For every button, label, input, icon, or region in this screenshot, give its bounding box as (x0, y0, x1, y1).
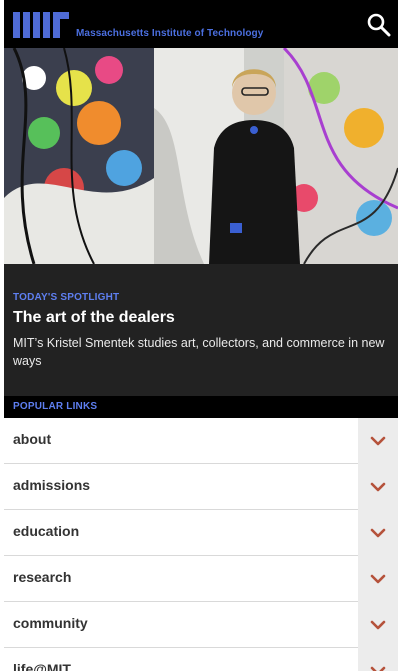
link-label: community (13, 615, 88, 631)
site-header: Massachusetts Institute of Technology (4, 0, 398, 48)
spotlight-kicker: TODAY'S SPOTLIGHT (13, 292, 120, 303)
expand-toggle[interactable] (358, 464, 398, 510)
link-label: research (13, 569, 72, 585)
chevron-down-icon (370, 666, 386, 671)
link-label: education (13, 523, 80, 539)
link-row-community[interactable]: community (4, 602, 398, 648)
search-button[interactable] (366, 12, 392, 38)
expand-toggle[interactable] (358, 418, 398, 464)
expand-toggle[interactable] (358, 510, 398, 556)
chevron-down-icon (370, 574, 386, 584)
link-row-about[interactable]: about (4, 418, 398, 464)
spotlight-card: TODAY'S SPOTLIGHT The art of the dealers… (4, 264, 398, 396)
search-icon (367, 13, 391, 37)
link-label: admissions (13, 477, 91, 493)
link-label: life@MIT (13, 661, 71, 671)
chevron-down-icon (370, 620, 386, 630)
popular-links-list: about admissions education research comm… (4, 418, 398, 671)
popular-links-heading: POPULAR LINKS (13, 401, 98, 412)
expand-toggle[interactable] (358, 648, 398, 671)
link-row-life-at-mit[interactable]: life@MIT (4, 648, 398, 671)
mobile-page: Massachusetts Institute of Technology TO… (4, 0, 398, 671)
chevron-down-icon (370, 436, 386, 446)
chevron-down-icon (370, 528, 386, 538)
institution-name: Massachusetts Institute of Technology (76, 28, 264, 39)
link-row-admissions[interactable]: admissions (4, 464, 398, 510)
link-row-research[interactable]: research (4, 556, 398, 602)
spotlight-headline[interactable]: The art of the dealers (13, 309, 175, 327)
spotlight-description: MIT’s Kristel Smentek studies art, colle… (13, 336, 385, 368)
chevron-down-icon (370, 482, 386, 492)
expand-toggle[interactable] (358, 556, 398, 602)
popular-links-heading-bar: POPULAR LINKS (4, 396, 398, 418)
link-label: about (13, 431, 52, 447)
expand-toggle[interactable] (358, 602, 398, 648)
link-row-education[interactable]: education (4, 510, 398, 556)
spotlight-photo[interactable] (4, 48, 398, 264)
spotlight-photo-art (4, 48, 398, 264)
mit-logo-icon[interactable] (13, 12, 69, 38)
